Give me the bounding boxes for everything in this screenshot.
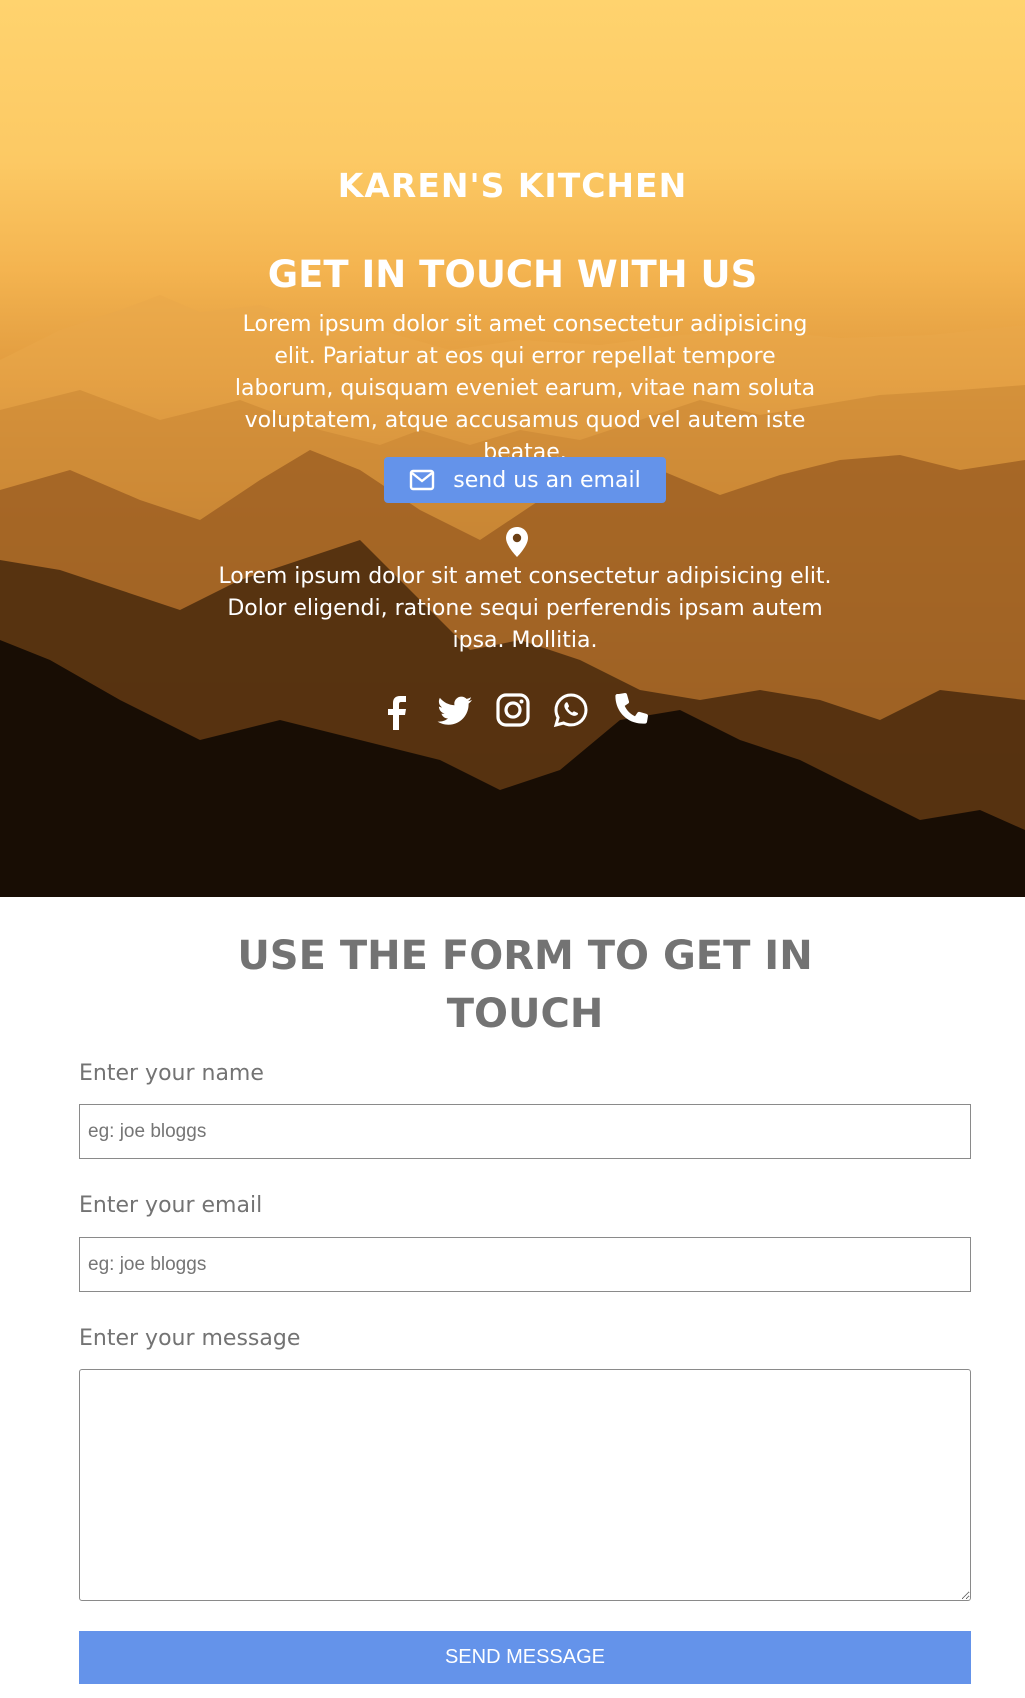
brand-name: KAREN'S KITCHEN [337, 166, 688, 205]
send-email-label: send us an email [453, 467, 641, 493]
name-input[interactable] [79, 1104, 971, 1159]
facebook-icon[interactable] [378, 690, 416, 730]
map-marker-icon [505, 526, 529, 563]
envelope-icon [409, 469, 435, 491]
name-label: Enter your name [79, 1061, 264, 1086]
message-label: Enter your message [79, 1326, 301, 1351]
message-textarea[interactable] [79, 1369, 971, 1601]
hero-section: KAREN'S KITCHEN GET IN TOUCH WITH US Lor… [0, 0, 1025, 897]
form-title: USE THE FORM TO GET IN TOUCH [237, 933, 813, 1037]
send-email-button[interactable]: send us an email [384, 457, 666, 503]
instagram-icon[interactable] [494, 690, 532, 730]
whatsapp-icon[interactable] [552, 690, 590, 730]
twitter-icon[interactable] [436, 690, 474, 730]
hero-description: Lorem ipsum dolor sit amet consectetur a… [234, 312, 816, 465]
send-message-button[interactable]: SEND MESSAGE [79, 1631, 971, 1684]
phone-icon[interactable] [610, 690, 648, 730]
address-text: Lorem ipsum dolor sit amet consectetur a… [218, 564, 832, 653]
social-links [0, 690, 1025, 730]
email-label: Enter your email [79, 1193, 263, 1218]
email-input[interactable] [79, 1237, 971, 1292]
hero-title: GET IN TOUCH WITH US [267, 253, 758, 296]
